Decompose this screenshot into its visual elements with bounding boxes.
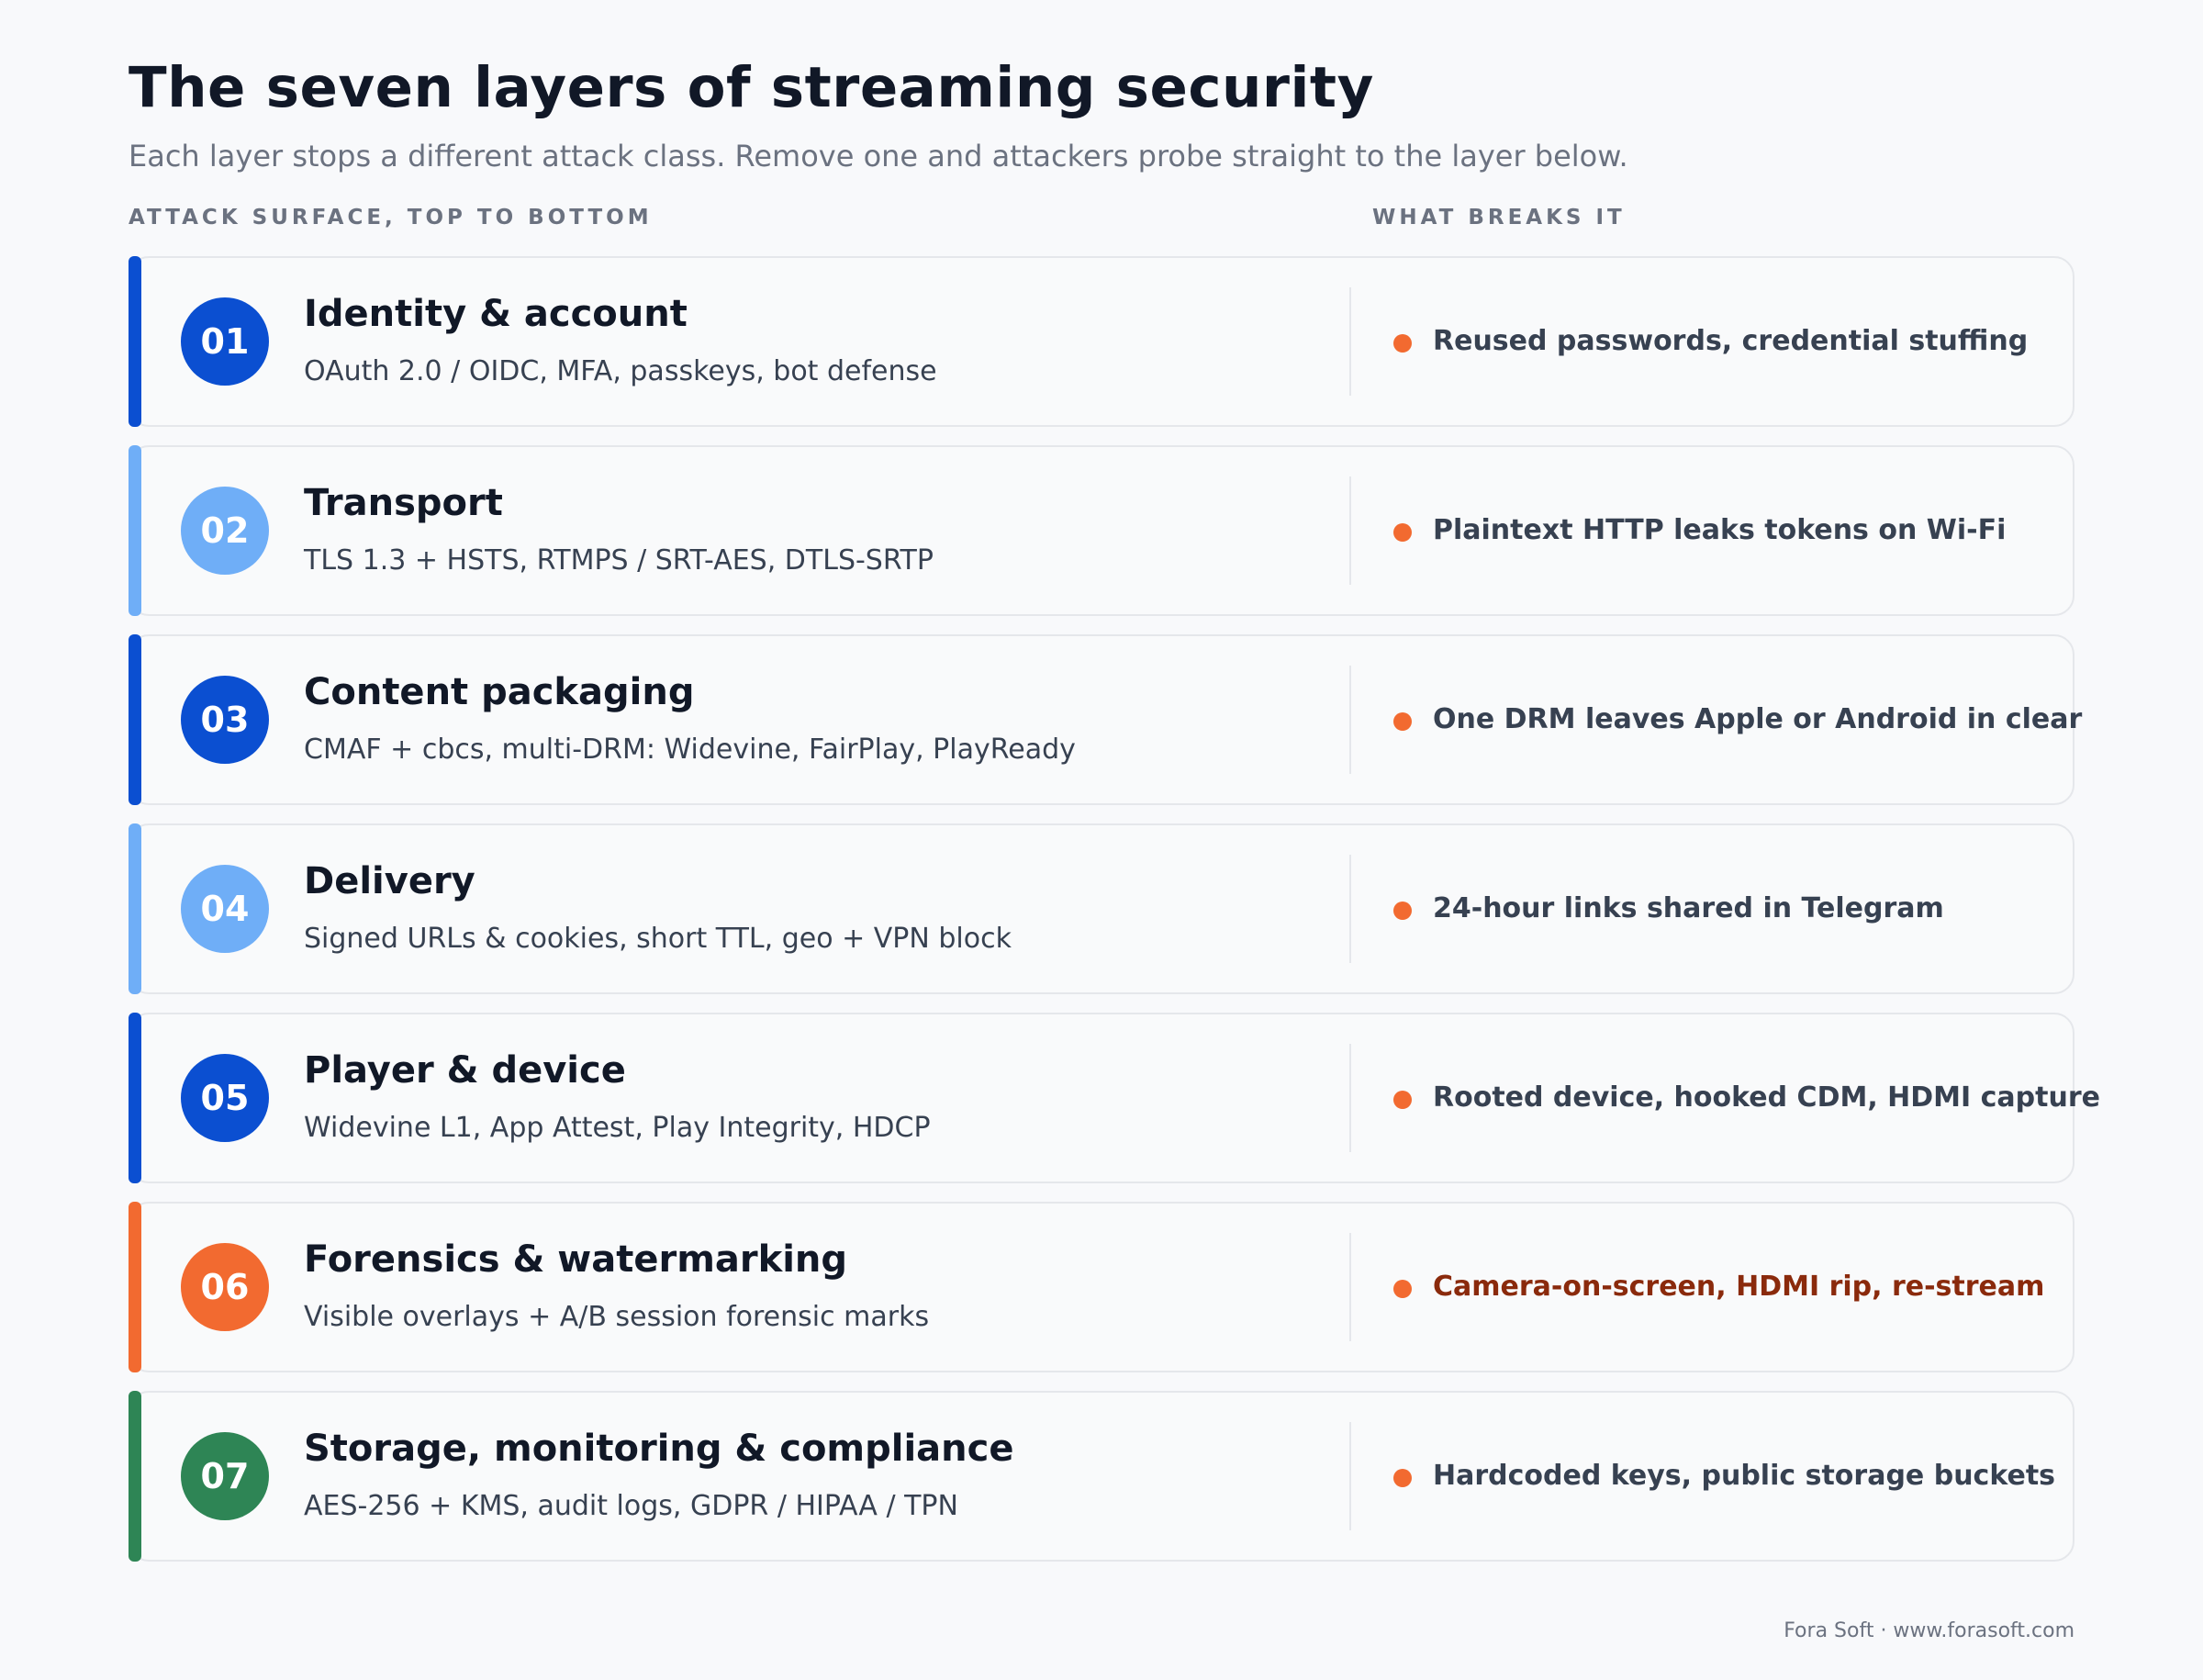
layer-description: Visible overlays + A/B session forensic …: [304, 1301, 930, 1333]
layer-row: 01 Identity & account OAuth 2.0 / OIDC, …: [129, 256, 2074, 427]
column-headers: ATTACK SURFACE, TOP TO BOTTOM WHAT BREAK…: [129, 206, 2074, 233]
layer-description: CMAF + cbcs, multi-DRM: Widevine, FairPl…: [304, 734, 1076, 766]
layer-description: AES-256 + KMS, audit logs, GDPR / HIPAA …: [304, 1490, 958, 1522]
threat-text: Rooted device, hooked CDM, HDMI capture: [1433, 1081, 2100, 1114]
layer-number-badge: 03: [181, 676, 269, 764]
column-divider: [1349, 1422, 1351, 1530]
layer-number-badge: 01: [181, 297, 269, 386]
threat-dot-icon: [1393, 1469, 1412, 1487]
column-divider: [1349, 1044, 1351, 1152]
column-divider: [1349, 1233, 1351, 1341]
layer-description: Signed URLs & cookies, short TTL, geo + …: [304, 923, 1012, 955]
layer-name: Content packaging: [304, 671, 695, 713]
layer-row: 02 Transport TLS 1.3 + HSTS, RTMPS / SRT…: [129, 445, 2074, 616]
layer-row: 05 Player & device Widevine L1, App Atte…: [129, 1013, 2100, 1183]
layer-accent-bar: [129, 1391, 141, 1562]
layer-row: 04 Delivery Signed URLs & cookies, short…: [129, 823, 2074, 994]
layer-name: Identity & account: [304, 293, 688, 335]
page-title: The seven layers of streaming security: [129, 55, 1374, 120]
layer-name: Player & device: [304, 1049, 626, 1092]
column-divider: [1349, 666, 1351, 774]
column-divider: [1349, 855, 1351, 963]
threat-text: 24-hour links shared in Telegram: [1433, 892, 1944, 924]
layer-list: 01 Identity & account OAuth 2.0 / OIDC, …: [129, 256, 2100, 1580]
layer-accent-bar: [129, 1202, 141, 1372]
column-header-attack-surface: ATTACK SURFACE, TOP TO BOTTOM: [129, 206, 653, 230]
threat-dot-icon: [1393, 523, 1412, 542]
threat-text: Reused passwords, credential stuffing: [1433, 325, 2029, 357]
layer-name: Forensics & watermarking: [304, 1238, 848, 1281]
threat-dot-icon: [1393, 902, 1412, 920]
footer-credit: Fora Soft · www.forasoft.com: [1784, 1619, 2074, 1642]
layer-row: 07 Storage, monitoring & compliance AES-…: [129, 1391, 2074, 1562]
layer-name: Storage, monitoring & compliance: [304, 1428, 1014, 1470]
page-subtitle: Each layer stops a different attack clas…: [129, 139, 1628, 174]
threat-text: One DRM leaves Apple or Android in clear: [1433, 703, 2083, 735]
threat-text: Plaintext HTTP leaks tokens on Wi-Fi: [1433, 514, 2007, 546]
layer-accent-bar: [129, 634, 141, 805]
layer-accent-bar: [129, 1013, 141, 1183]
layer-number-badge: 07: [181, 1432, 269, 1520]
layer-number-badge: 05: [181, 1054, 269, 1142]
threat-dot-icon: [1393, 712, 1412, 731]
infographic: The seven layers of streaming security E…: [129, 53, 2100, 1562]
layer-number-badge: 06: [181, 1243, 269, 1331]
layer-row: 06 Forensics & watermarking Visible over…: [129, 1202, 2074, 1372]
layer-accent-bar: [129, 823, 141, 994]
threat-text: Hardcoded keys, public storage buckets: [1433, 1460, 2056, 1492]
layer-number-badge: 02: [181, 487, 269, 575]
layer-accent-bar: [129, 256, 141, 427]
column-divider: [1349, 287, 1351, 396]
threat-dot-icon: [1393, 334, 1412, 353]
layer-name: Transport: [304, 482, 503, 524]
layer-name: Delivery: [304, 860, 475, 902]
layer-description: TLS 1.3 + HSTS, RTMPS / SRT-AES, DTLS-SR…: [304, 544, 934, 577]
column-divider: [1349, 476, 1351, 585]
layer-number-badge: 04: [181, 865, 269, 953]
layer-description: OAuth 2.0 / OIDC, MFA, passkeys, bot def…: [304, 355, 937, 387]
threat-dot-icon: [1393, 1280, 1412, 1298]
threat-text: Camera-on-screen, HDMI rip, re-stream: [1433, 1271, 2045, 1303]
layer-accent-bar: [129, 445, 141, 616]
layer-description: Widevine L1, App Attest, Play Integrity,…: [304, 1112, 931, 1144]
threat-dot-icon: [1393, 1091, 1412, 1109]
layer-row: 03 Content packaging CMAF + cbcs, multi-…: [129, 634, 2082, 805]
column-header-what-breaks-it: WHAT BREAKS IT: [1372, 206, 1626, 230]
